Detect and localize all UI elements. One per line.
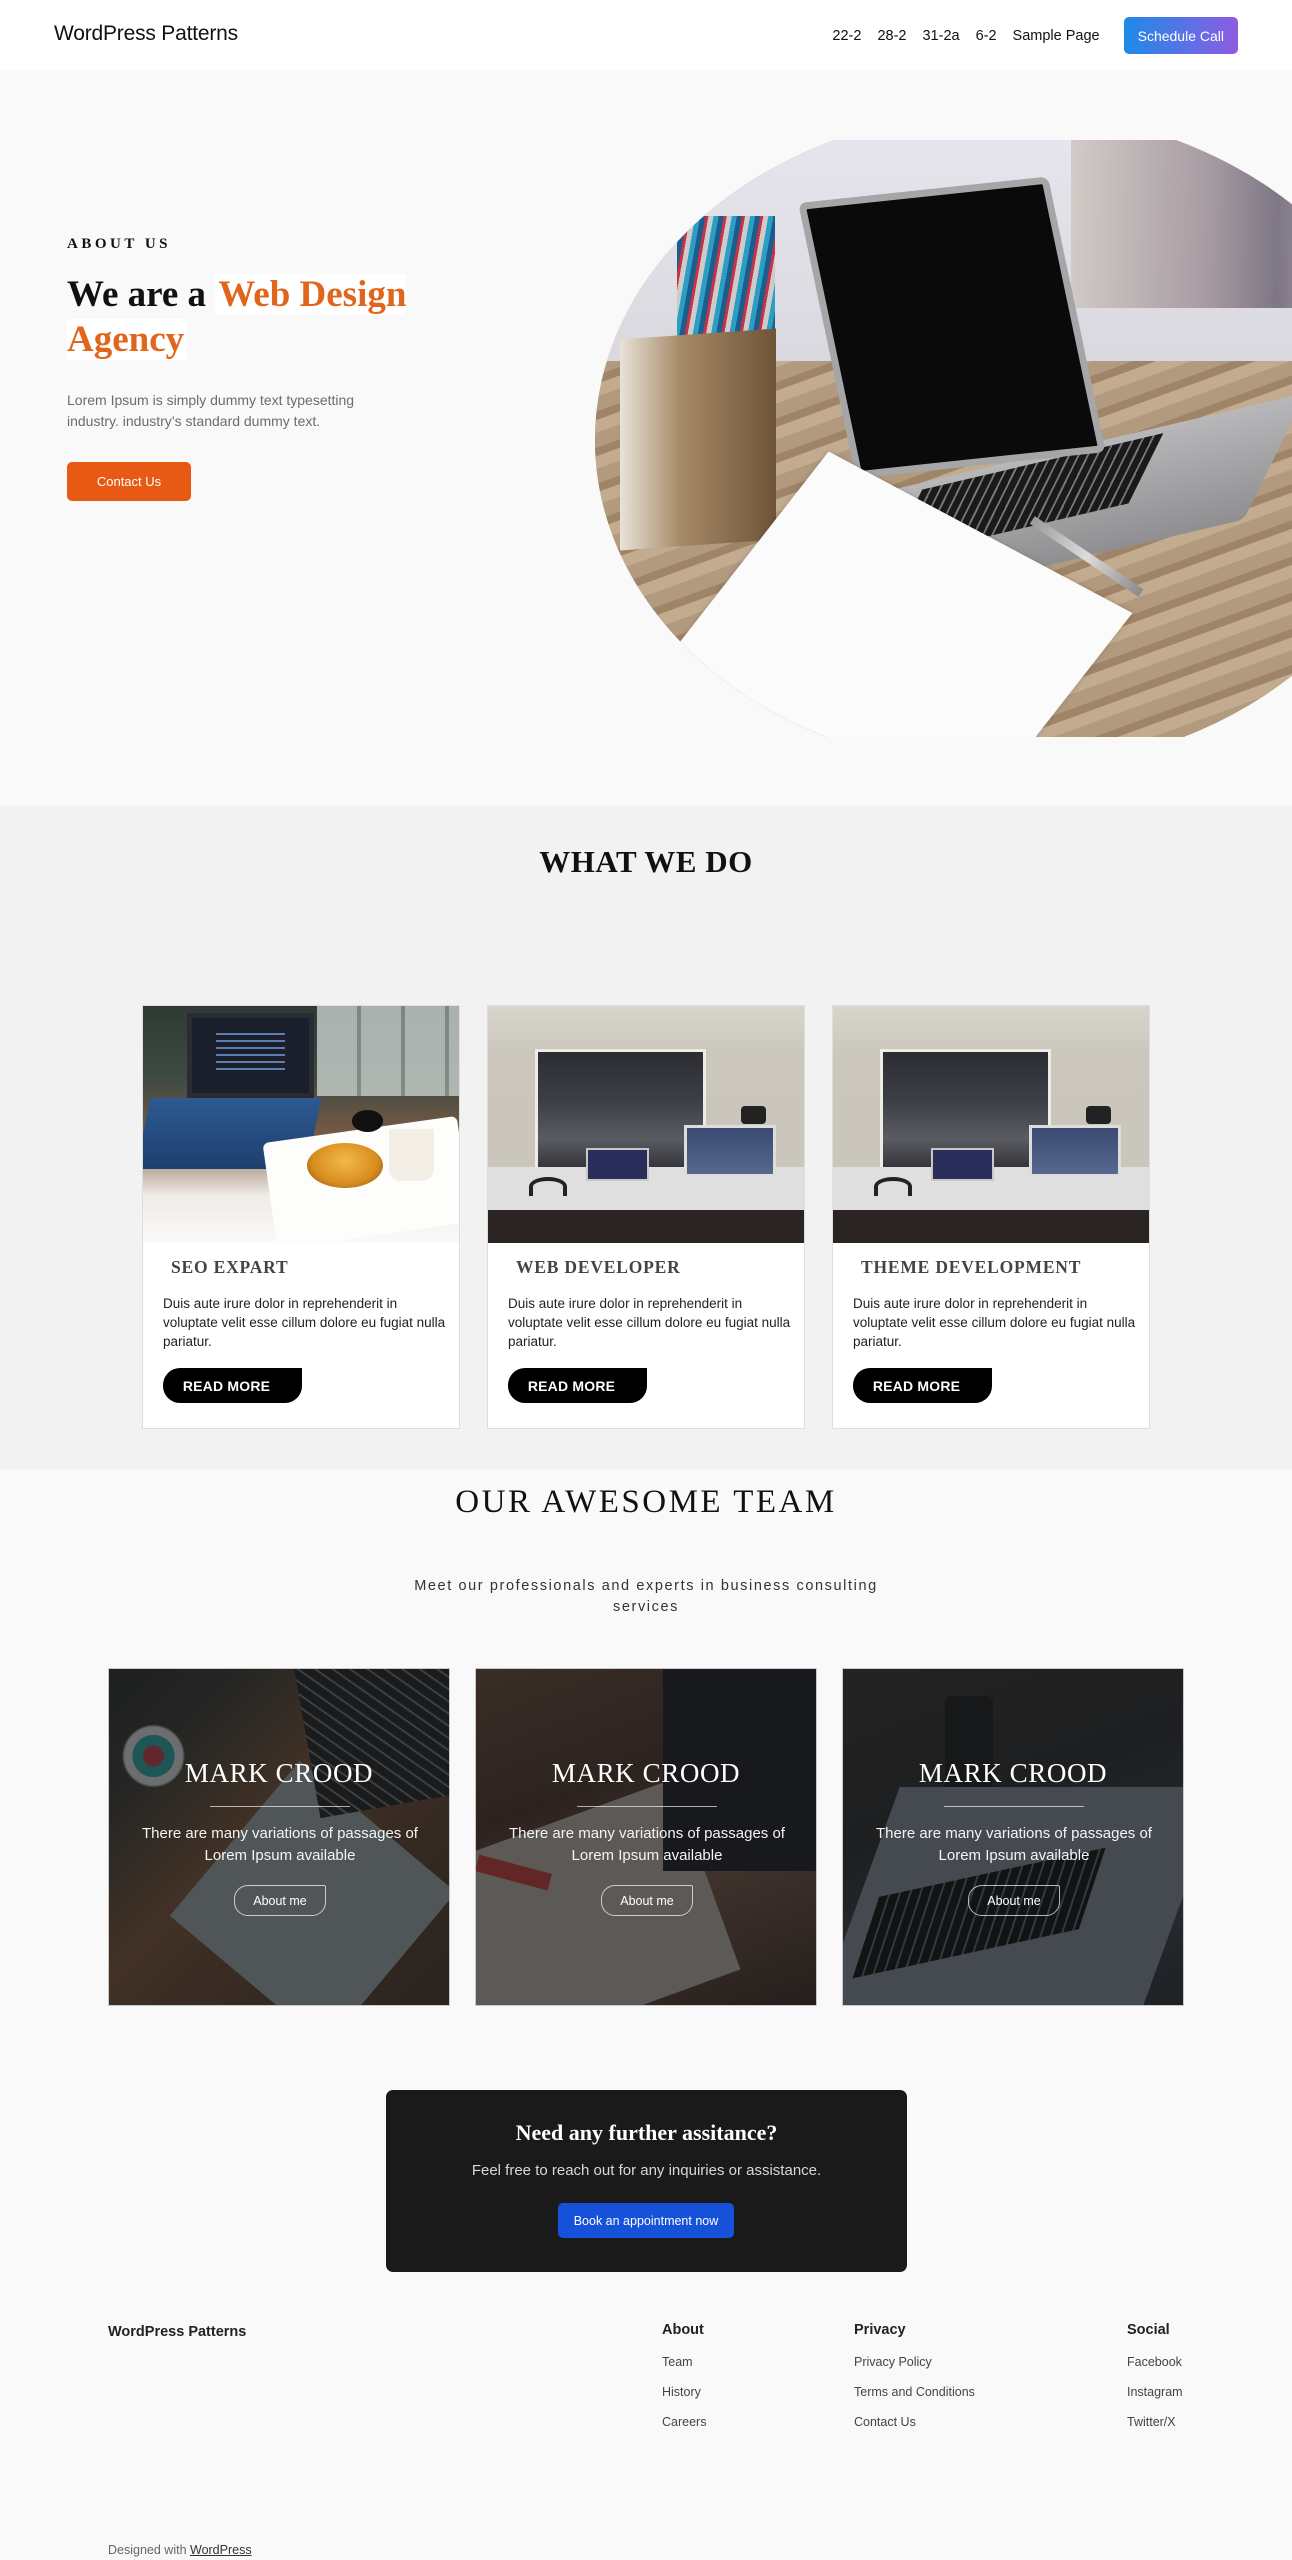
footer-credit: Designed with WordPress: [108, 2543, 252, 2557]
footer-heading: Social: [1127, 2322, 1170, 2338]
service-card: WEB DEVELOPER Duis aute irure dolor in r…: [487, 1005, 805, 1429]
service-image: [833, 1006, 1149, 1243]
services-title: WHAT WE DO: [539, 844, 753, 879]
hero-title: We are a Web Design Agency: [67, 272, 487, 362]
team-member-bio: There are many variations of passages of…: [142, 1825, 418, 1864]
image-pens: [677, 215, 776, 348]
service-image: [143, 1006, 459, 1243]
footer-link-twitter[interactable]: Twitter/X: [1127, 2415, 1183, 2429]
about-me-button[interactable]: About me: [968, 1885, 1060, 1916]
service-card: THEME DEVELOPMENT Duis aute irure dolor …: [832, 1005, 1150, 1429]
service-text: Duis aute irure dolor in reprehenderit i…: [853, 1296, 1136, 1349]
nav-item-31-2a[interactable]: 31-2a: [922, 28, 959, 44]
service-title: THEME DEVELOPMENT: [861, 1257, 1082, 1277]
schedule-call-button[interactable]: Schedule Call: [1123, 17, 1238, 54]
image-pencil-holder: [619, 328, 776, 552]
hero-image-circle: [595, 140, 1292, 737]
site-title-link[interactable]: WordPress Patterns: [54, 22, 238, 46]
book-appointment-button[interactable]: Book an appointment now: [558, 2203, 734, 2238]
footer-link-history[interactable]: History: [662, 2385, 706, 2399]
team-member-card: MARK CROOD There are many variations of …: [108, 1668, 450, 2006]
nav-item-22-2[interactable]: 22-2: [832, 28, 861, 44]
read-more-button[interactable]: READ MORE: [853, 1368, 992, 1403]
footer-link-instagram[interactable]: Instagram: [1127, 2385, 1183, 2399]
contact-us-button[interactable]: Contact Us: [67, 462, 191, 501]
team-card-divider: [210, 1806, 350, 1807]
footer-link-privacy-policy[interactable]: Privacy Policy: [854, 2355, 975, 2369]
image-shelf: [1070, 140, 1292, 308]
service-card: SEO EXPART Duis aute irure dolor in repr…: [142, 1005, 460, 1429]
hero-title-prefix: We are a: [67, 274, 216, 315]
footer-column-privacy: Privacy Privacy Policy Terms and Conditi…: [854, 2322, 975, 2445]
footer-link-careers[interactable]: Careers: [662, 2415, 706, 2429]
about-me-button[interactable]: About me: [601, 1885, 693, 1916]
cta-text: Feel free to reach out for any inquiries…: [471, 2162, 822, 2179]
service-text: Duis aute irure dolor in reprehenderit i…: [163, 1296, 446, 1349]
team-title: OUR AWESOME TEAM: [455, 1484, 837, 1520]
hero-eyebrow: ABOUT US: [67, 236, 171, 252]
footer-heading: Privacy: [854, 2322, 906, 2338]
assistance-cta-box: Need any further assitance? Feel free to…: [386, 2090, 907, 2272]
read-more-button[interactable]: READ MORE: [508, 1368, 647, 1403]
service-title: WEB DEVELOPER: [516, 1257, 681, 1277]
footer-site-title[interactable]: WordPress Patterns: [108, 2324, 246, 2340]
hero-image: [595, 140, 1292, 737]
team-member-name: MARK CROOD: [184, 1758, 374, 1788]
services-section: WHAT WE DO SEO EXPART Duis aute irure do…: [0, 806, 1292, 1470]
hero-description: Lorem Ipsum is simply dummy text typeset…: [67, 392, 355, 429]
footer-column-social: Social Facebook Instagram Twitter/X: [1127, 2322, 1183, 2445]
read-more-button[interactable]: READ MORE: [163, 1368, 302, 1403]
team-subtitle: Meet our professionals and experts in bu…: [414, 1578, 878, 1615]
footer-link-team[interactable]: Team: [662, 2355, 706, 2369]
wordpress-link[interactable]: WordPress: [190, 2543, 252, 2557]
team-member-bio: There are many variations of passages of…: [509, 1825, 785, 1864]
nav-item-sample-page[interactable]: Sample Page: [1013, 28, 1100, 44]
team-member-card: MARK CROOD There are many variations of …: [475, 1668, 817, 2006]
team-card-divider: [944, 1806, 1084, 1807]
footer-column-about: About Team History Careers: [662, 2322, 706, 2445]
footer-link-contact[interactable]: Contact Us: [854, 2415, 975, 2429]
primary-nav: 22-2 28-2 31-2a 6-2 Sample Page Schedule…: [832, 17, 1238, 54]
team-member-name: MARK CROOD: [551, 1758, 741, 1788]
cta-title: Need any further assitance?: [515, 2120, 778, 2145]
footer-credit-prefix: Designed with: [108, 2543, 190, 2557]
team-member-name: MARK CROOD: [918, 1758, 1108, 1788]
service-text: Duis aute irure dolor in reprehenderit i…: [508, 1296, 791, 1349]
site-header: WordPress Patterns 22-2 28-2 31-2a 6-2 S…: [0, 0, 1292, 70]
team-member-card: MARK CROOD There are many variations of …: [842, 1668, 1184, 2006]
team-card-divider: [577, 1806, 717, 1807]
footer-link-terms[interactable]: Terms and Conditions: [854, 2385, 975, 2399]
nav-item-28-2[interactable]: 28-2: [877, 28, 906, 44]
service-image: [488, 1006, 804, 1243]
footer-link-facebook[interactable]: Facebook: [1127, 2355, 1183, 2369]
service-title: SEO EXPART: [171, 1257, 289, 1277]
nav-item-6-2[interactable]: 6-2: [976, 28, 997, 44]
about-me-button[interactable]: About me: [234, 1885, 326, 1916]
team-member-bio: There are many variations of passages of…: [876, 1825, 1152, 1864]
footer-heading: About: [662, 2322, 704, 2338]
